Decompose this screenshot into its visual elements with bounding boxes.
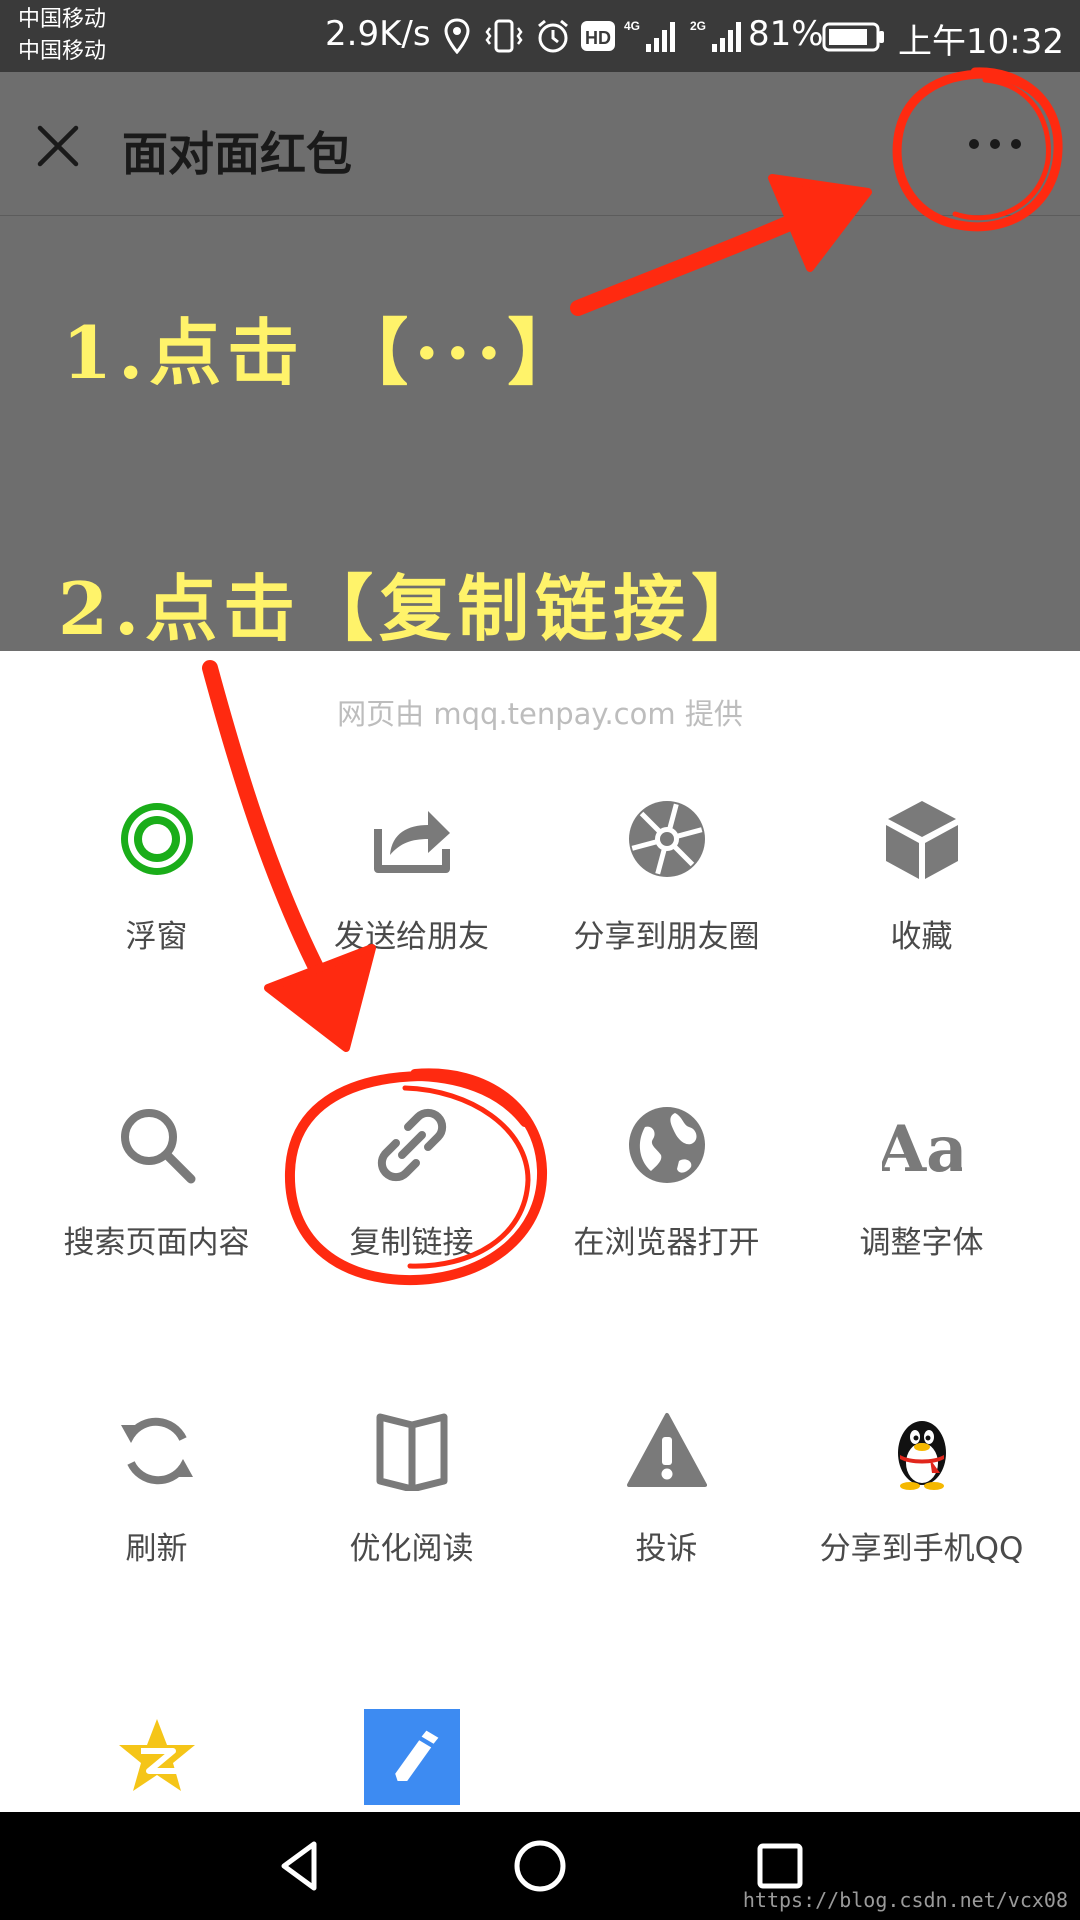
hd-icon: HD: [581, 21, 615, 51]
menu-item-send-to-friend[interactable]: 发送给朋友: [284, 799, 539, 1029]
signal-4g-icon: 4G: [624, 19, 675, 52]
refresh-icon: [121, 1417, 193, 1485]
signal-2g-label: 2G: [690, 19, 706, 33]
menu-item-label: 浮窗: [125, 919, 188, 955]
moments-icon: [629, 801, 705, 877]
signal-2g-icon: 2G: [690, 19, 741, 52]
menu-item-report[interactable]: 投诉: [539, 1411, 794, 1641]
share-forward-icon: [374, 811, 450, 873]
menu-item-label: 优化阅读: [349, 1531, 474, 1567]
signal-4g-label: 4G: [624, 19, 640, 33]
annotation-step-2: 2.点击【复制链接】: [58, 566, 770, 651]
search-icon: [121, 1109, 196, 1184]
carrier-2: 中国移动: [18, 39, 107, 64]
edit-note-icon: [364, 1709, 460, 1805]
location-icon: [444, 18, 470, 54]
battery-percent: 81%: [748, 14, 824, 54]
back-triangle-icon[interactable]: [268, 1834, 332, 1898]
menu-item-label: 在浏览器打开: [573, 1225, 760, 1261]
font-size-glyph: Aa: [882, 1112, 962, 1185]
title-bar: 面对面红包: [0, 72, 1080, 216]
carrier-1: 中国移动: [18, 7, 107, 32]
dimmed-webview[interactable]: 面对面红包 1.点击 【···】 2.点击【复制链接】: [0, 72, 1080, 651]
menu-item-font-size[interactable]: Aa 调整字体: [794, 1105, 1049, 1335]
menu-item-label: 调整字体: [859, 1225, 984, 1261]
home-circle-icon[interactable]: [508, 1834, 572, 1898]
warning-icon: [627, 1413, 707, 1487]
battery-icon: [822, 22, 884, 52]
menu-item-label: 刷新: [125, 1531, 188, 1567]
menu-item-search-page[interactable]: 搜索页面内容: [29, 1105, 284, 1335]
watermark: https://blog.csdn.net/vcx08: [742, 1888, 1068, 1912]
menu-item-favorite[interactable]: 收藏: [794, 799, 1049, 1029]
menu-item-label: 分享到手机QQ: [819, 1531, 1024, 1567]
menu-item-label: 复制链接: [349, 1225, 474, 1261]
menu-item-copy-link[interactable]: 复制链接: [284, 1105, 539, 1335]
globe-icon: [629, 1107, 705, 1183]
floating-window-icon: [121, 803, 193, 875]
menu-item-label: 发送给朋友: [334, 919, 489, 955]
status-bar: 中国移动 中国移动 2.9K/s HD 4G 2G 81% 上午10:32: [0, 0, 1080, 72]
close-icon[interactable]: [30, 118, 86, 174]
clock: 上午10:32: [898, 22, 1064, 62]
hd-label: HD: [585, 28, 611, 48]
annotation-step-1: 1.点击 【···】: [62, 310, 586, 395]
page-title: 面对面红包: [122, 127, 352, 181]
system-nav-bar: https://blog.csdn.net/vcx08: [0, 1812, 1080, 1920]
network-speed: 2.9K/s: [325, 14, 431, 54]
qq-penguin-icon: [898, 1421, 946, 1490]
menu-item-open-in-browser[interactable]: 在浏览器打开: [539, 1105, 794, 1335]
menu-item-reader-mode[interactable]: 优化阅读: [284, 1411, 539, 1641]
menu-item-floating-window[interactable]: 浮窗: [29, 799, 284, 1029]
menu-item-label: 投诉: [635, 1531, 698, 1567]
book-icon: [376, 1413, 448, 1491]
more-icon[interactable]: [950, 124, 1040, 164]
menu-item-share-qq[interactable]: 分享到手机QQ: [794, 1411, 1049, 1641]
share-sheet: 网页由 mqq.tenpay.com 提供 浮窗 发送给朋友 分享到朋友圈 收藏…: [0, 651, 1080, 1812]
menu-item-share-moments[interactable]: 分享到朋友圈: [539, 799, 794, 1029]
menu-item-refresh[interactable]: 刷新: [29, 1411, 284, 1641]
vibrate-icon: [485, 19, 523, 53]
provider-text: 网页由 mqq.tenpay.com 提供: [337, 697, 743, 731]
menu-item-label: 收藏: [890, 919, 953, 955]
qzone-star-icon: [119, 1719, 195, 1791]
favorite-cube-icon: [886, 801, 958, 879]
menu-item-label: 搜索页面内容: [63, 1225, 250, 1261]
alarm-icon: [538, 19, 568, 53]
menu-item-label: 分享到朋友圈: [573, 919, 760, 955]
font-size-icon: Aa: [882, 1112, 962, 1185]
link-icon: [377, 1108, 447, 1182]
